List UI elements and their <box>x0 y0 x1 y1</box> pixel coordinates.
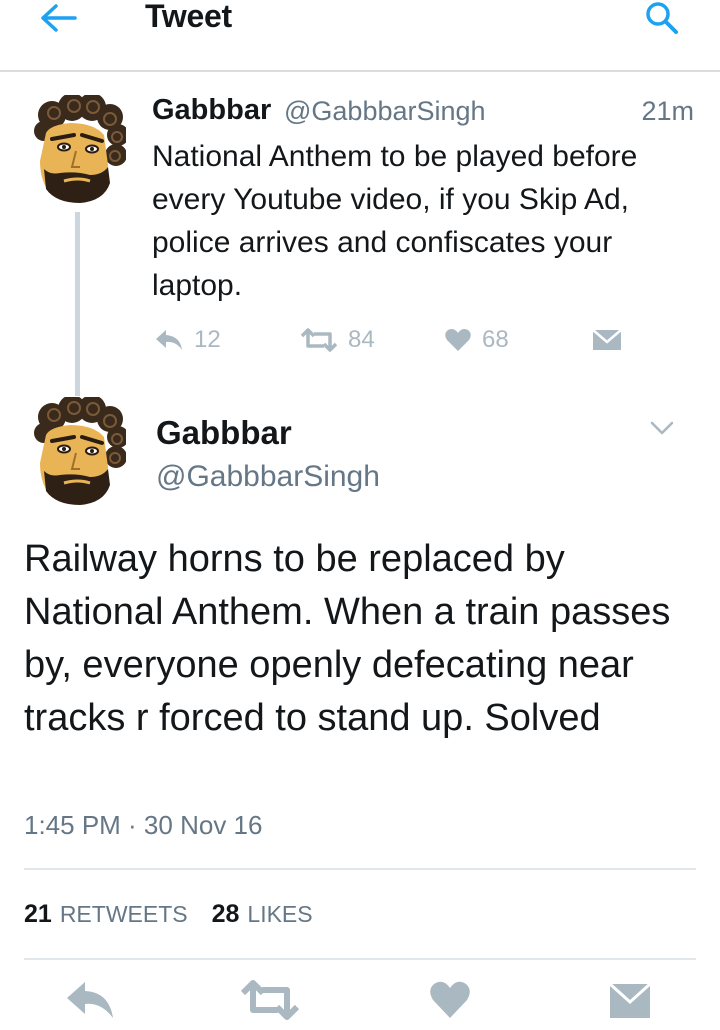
reply-button[interactable]: 12 <box>154 322 221 358</box>
thread-line <box>75 212 80 396</box>
avatar[interactable] <box>30 95 126 205</box>
divider <box>24 868 696 870</box>
more-options-button[interactable] <box>646 416 678 440</box>
avatar[interactable] <box>30 397 126 507</box>
reply-icon <box>67 982 113 1018</box>
reply-count: 12 <box>194 326 221 353</box>
tweet-actions: 12 84 68 <box>152 322 632 358</box>
envelope-icon <box>608 982 652 1018</box>
direct-message-button[interactable] <box>592 322 632 358</box>
tweet-stats: 21 RETWEETS 28 LIKES <box>24 900 337 934</box>
tweet-time: 21m <box>641 96 694 126</box>
author-name[interactable]: Gabbbar <box>156 414 292 452</box>
reply-icon <box>156 330 182 350</box>
like-button[interactable] <box>420 980 480 1030</box>
direct-message-button[interactable] <box>600 980 660 1030</box>
search-button[interactable] <box>640 0 684 36</box>
tweet-timestamp: 1:45 PM · 30 Nov 16 <box>24 810 263 840</box>
reply-button[interactable] <box>60 980 120 1030</box>
likes-count[interactable]: 28 <box>212 900 240 929</box>
arrow-left-icon <box>41 4 77 32</box>
heart-icon <box>430 981 470 1018</box>
chevron-down-icon <box>650 421 674 435</box>
retweet-count: 84 <box>348 326 375 353</box>
page-title: Tweet <box>145 0 232 34</box>
author-handle[interactable]: @GabbbarSingh <box>284 96 486 127</box>
tweet-text: Railway horns to be replaced by National… <box>24 538 671 739</box>
likes-label[interactable]: LIKES <box>247 901 312 928</box>
heart-icon <box>445 329 471 351</box>
like-count: 68 <box>482 326 509 353</box>
retweet-button[interactable] <box>240 980 300 1030</box>
top-bar: Tweet <box>0 0 720 72</box>
retweet-icon <box>240 980 300 1020</box>
like-button[interactable]: 68 <box>444 322 509 358</box>
envelope-icon <box>592 329 622 350</box>
divider <box>24 958 696 960</box>
tweet-action-bar <box>0 980 720 1030</box>
author-handle[interactable]: @GabbbarSingh <box>156 460 380 494</box>
search-icon <box>646 2 678 34</box>
back-button[interactable] <box>36 0 80 36</box>
retweets-count[interactable]: 21 <box>24 900 52 929</box>
retweet-icon <box>300 328 338 352</box>
author-name[interactable]: Gabbbar <box>152 94 271 127</box>
retweet-button[interactable]: 84 <box>300 322 375 358</box>
tweet-text: National Anthem to be played before ever… <box>152 140 638 302</box>
retweets-label[interactable]: RETWEETS <box>60 901 188 928</box>
